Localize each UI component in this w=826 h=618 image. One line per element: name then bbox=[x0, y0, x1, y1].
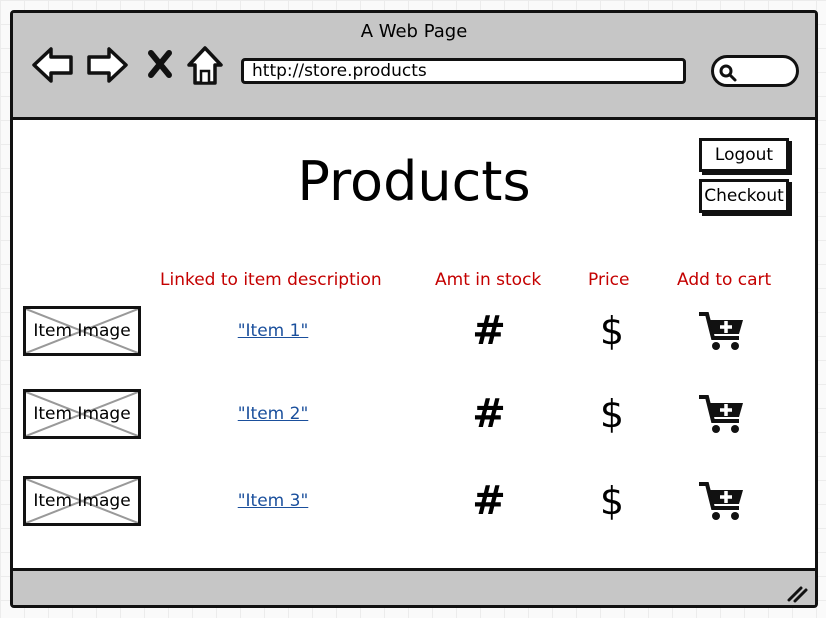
item-link[interactable]: "Item 3" bbox=[223, 476, 323, 526]
column-header-stock: Amt in stock bbox=[435, 270, 542, 290]
item-stock: # bbox=[472, 308, 506, 354]
back-arrow-icon[interactable] bbox=[31, 43, 75, 87]
column-header-price: Price bbox=[588, 270, 630, 290]
page-title: Products bbox=[297, 150, 531, 213]
browser-toolbar: A Web Page bbox=[13, 13, 815, 120]
search-input[interactable] bbox=[711, 55, 799, 87]
column-header-description: Linked to item description bbox=[160, 270, 382, 290]
item-link[interactable]: "Item 2" bbox=[223, 389, 323, 439]
item-stock: # bbox=[472, 478, 506, 524]
url-input[interactable] bbox=[241, 58, 686, 84]
item-image-label: Item Image bbox=[33, 404, 131, 424]
page-content: Products Logout Checkout Linked to item … bbox=[13, 120, 815, 568]
search-icon bbox=[719, 64, 737, 82]
cart-add-icon[interactable] bbox=[697, 480, 747, 522]
home-icon[interactable] bbox=[185, 43, 225, 87]
forward-arrow-icon[interactable] bbox=[85, 43, 129, 87]
status-bar bbox=[13, 568, 815, 605]
window-title: A Web Page bbox=[360, 21, 468, 42]
stop-icon[interactable] bbox=[145, 43, 175, 87]
product-row: Item Image "Item 2" # $ bbox=[13, 389, 815, 439]
product-row: Item Image "Item 1" # $ bbox=[13, 306, 815, 356]
checkout-button[interactable]: Checkout bbox=[699, 179, 789, 213]
item-image-placeholder: Item Image bbox=[23, 306, 141, 356]
column-header-cart: Add to cart bbox=[677, 270, 772, 290]
item-image-placeholder: Item Image bbox=[23, 389, 141, 439]
item-price: $ bbox=[599, 392, 625, 436]
cart-add-icon[interactable] bbox=[697, 310, 747, 352]
product-row: Item Image "Item 3" # $ bbox=[13, 476, 815, 526]
item-price: $ bbox=[599, 309, 625, 353]
item-image-label: Item Image bbox=[33, 321, 131, 341]
item-link[interactable]: "Item 1" bbox=[223, 306, 323, 356]
item-image-placeholder: Item Image bbox=[23, 476, 141, 526]
logout-button[interactable]: Logout bbox=[699, 138, 789, 172]
resize-handle-icon[interactable] bbox=[785, 582, 809, 604]
item-image-label: Item Image bbox=[33, 491, 131, 511]
item-stock: # bbox=[472, 391, 506, 437]
cart-add-icon[interactable] bbox=[697, 393, 747, 435]
item-price: $ bbox=[599, 479, 625, 523]
browser-window: A Web Page http://store.products Product… bbox=[10, 10, 818, 608]
